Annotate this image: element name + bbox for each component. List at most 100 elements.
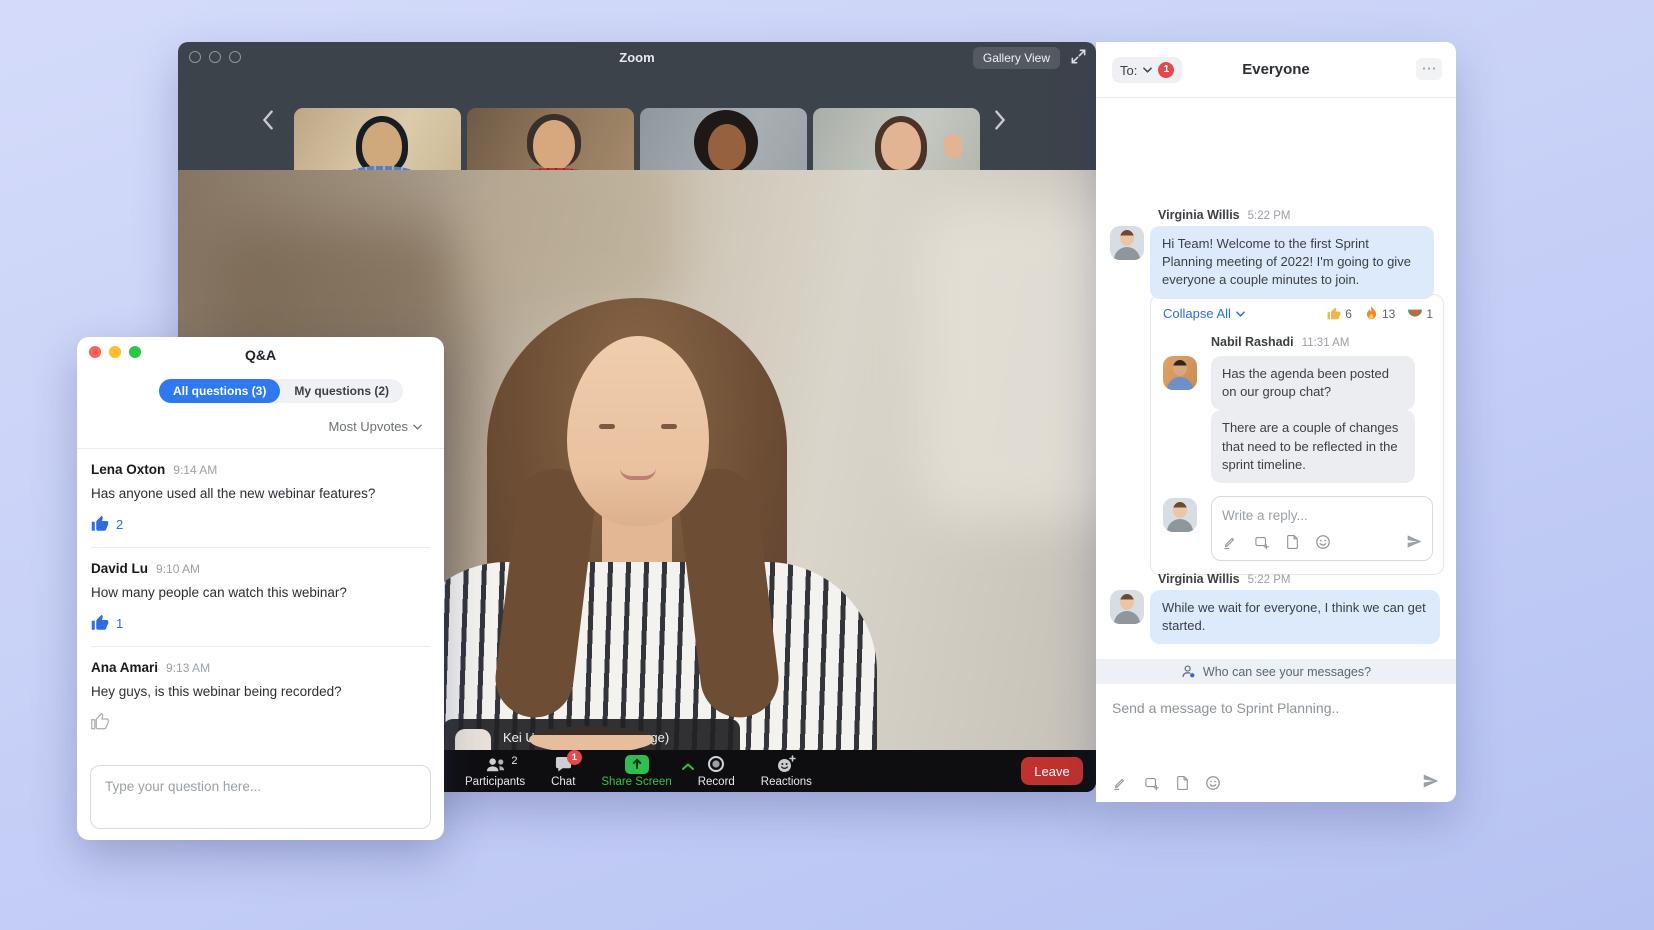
record-button[interactable]: Record <box>698 755 735 788</box>
question-text: Hey guys, is this webinar being recorded… <box>91 684 430 699</box>
sort-dropdown[interactable]: Most Upvotes <box>329 419 422 434</box>
send-reply-icon[interactable] <box>1406 534 1423 552</box>
reply-input[interactable] <box>1222 508 1372 523</box>
fullscreen-icon[interactable] <box>1068 48 1088 66</box>
emoji-icon[interactable] <box>1205 775 1221 793</box>
chat-unread-badge: 1 <box>567 750 582 765</box>
file-icon[interactable] <box>1175 775 1190 793</box>
upvote-button[interactable]: 2 <box>91 515 123 533</box>
chat-message-input[interactable] <box>1112 700 1432 716</box>
question-input-box <box>90 765 431 829</box>
leave-button[interactable]: Leave <box>1021 757 1083 785</box>
thumbs-up-reaction[interactable]: 6 <box>1327 307 1352 321</box>
share-screen-button[interactable]: Share Screen <box>601 755 671 788</box>
chat-compose-toolbar <box>1112 775 1221 793</box>
maximize-button[interactable] <box>129 346 141 358</box>
message-thread: Collapse All 6 13 1 <box>1150 294 1444 575</box>
fire-reaction[interactable]: 13 <box>1365 306 1395 321</box>
chat-header: To: 1 Everyone ⋯ <box>1096 42 1456 98</box>
participants-count: 2 <box>511 755 517 767</box>
message-author-row: Virginia Willis5:22 PM <box>1158 572 1290 586</box>
question-text: Has anyone used all the new webinar feat… <box>91 486 430 501</box>
chevron-down-icon <box>1236 311 1245 317</box>
qa-title: Q&A <box>245 347 276 363</box>
participants-icon: 2 <box>484 755 507 774</box>
question-text: How many people can watch this webinar? <box>91 585 430 600</box>
upvote-count: 2 <box>116 517 123 532</box>
share-options-icon[interactable] <box>682 761 694 773</box>
avatar <box>1110 590 1144 624</box>
avatar <box>1163 356 1197 390</box>
question-item: David Lu 9:10 AM How many people can wat… <box>91 548 430 647</box>
chevron-down-icon <box>413 424 422 430</box>
window-controls <box>189 51 241 63</box>
video-thumbnail-strip <box>178 72 1096 170</box>
record-icon <box>707 755 725 774</box>
thumbs-up-icon <box>1327 307 1341 321</box>
next-participants-icon[interactable] <box>992 110 1008 132</box>
direct-message-notification[interactable]: Kei Umeko (Direct Message) I have a quic… <box>443 719 740 750</box>
to-recipient-selector[interactable]: To: 1 <box>1112 57 1182 83</box>
chat-icon: 1 <box>554 755 573 774</box>
more-options-icon[interactable]: ⋯ <box>1416 58 1442 80</box>
format-text-icon[interactable] <box>1222 534 1238 552</box>
tab-all-questions[interactable]: All questions (3) <box>159 379 280 403</box>
zoom-titlebar: Zoom Gallery View <box>178 42 1096 72</box>
screenshot-icon[interactable] <box>1253 534 1270 552</box>
question-author: Lena Oxton <box>91 462 165 477</box>
minimize-button[interactable] <box>109 346 121 358</box>
privacy-note[interactable]: Who can see your messages? <box>1096 659 1456 684</box>
format-text-icon[interactable] <box>1112 775 1128 793</box>
gallery-view-button[interactable]: Gallery View <box>973 47 1060 69</box>
qa-tabs: All questions (3) My questions (2) <box>159 379 403 403</box>
reactions-button[interactable]: Reactions <box>761 755 812 788</box>
window-title: Zoom <box>178 50 1096 65</box>
thread-author-row: Nabil Rashadi11:31 AM <box>1211 335 1433 349</box>
thumbs-up-icon <box>91 614 109 632</box>
chevron-down-icon <box>1143 67 1152 73</box>
maximize-button[interactable] <box>229 51 241 63</box>
question-item: Ana Amari 9:13 AM Hey guys, is this webi… <box>91 647 430 745</box>
window-controls <box>89 346 141 358</box>
upvote-count: 1 <box>116 616 123 631</box>
reactions-icon <box>776 755 796 774</box>
upvote-button[interactable] <box>91 713 116 731</box>
thread-message-bubble: There are a couple of changes that need … <box>1211 410 1415 483</box>
fire-icon <box>1365 306 1378 321</box>
previous-participants-icon[interactable] <box>260 110 276 132</box>
avatar <box>455 729 491 750</box>
avatar <box>1110 226 1144 260</box>
question-author: Ana Amari <box>91 660 158 675</box>
minimize-button[interactable] <box>209 51 221 63</box>
collapse-all-button[interactable]: Collapse All <box>1163 306 1245 321</box>
watermelon-reaction[interactable]: 1 <box>1408 307 1433 321</box>
tab-my-questions[interactable]: My questions (2) <box>280 379 403 403</box>
reactions-row: 6 13 1 <box>1327 306 1433 321</box>
avatar <box>1163 498 1197 532</box>
chat-title: Everyone <box>1242 61 1310 78</box>
close-button[interactable] <box>89 346 101 358</box>
dm-count-badge: 1 <box>1158 62 1174 78</box>
qa-titlebar: Q&A <box>77 337 444 367</box>
file-icon[interactable] <box>1285 534 1300 552</box>
send-message-icon[interactable] <box>1422 773 1440 792</box>
qa-window: Q&A All questions (3) My questions (2) M… <box>77 337 444 840</box>
emoji-icon[interactable] <box>1315 534 1331 552</box>
question-item: Lena Oxton 9:14 AM Has anyone used all t… <box>91 449 430 548</box>
close-button[interactable] <box>189 51 201 63</box>
person-visibility-icon <box>1181 664 1196 679</box>
chat-message-bubble: Hi Team! Welcome to the first Sprint Pla… <box>1150 226 1434 299</box>
chat-message-bubble: While we wait for everyone, I think we c… <box>1150 590 1440 644</box>
upvote-button[interactable]: 1 <box>91 614 123 632</box>
message-author-row: Virginia Willis5:22 PM <box>1158 208 1290 222</box>
participants-button[interactable]: 2 Participants <box>465 755 525 788</box>
question-author: David Lu <box>91 561 148 576</box>
chat-panel: To: 1 Everyone ⋯ Virginia Willis5:22 PM … <box>1096 42 1456 802</box>
question-time: 9:13 AM <box>166 661 210 675</box>
thumbs-up-icon <box>91 713 109 731</box>
question-input[interactable] <box>91 766 430 807</box>
share-screen-icon <box>625 755 649 774</box>
desktop: Zoom Gallery View <box>0 0 1654 930</box>
chat-button[interactable]: 1 Chat <box>551 755 575 788</box>
screenshot-icon[interactable] <box>1143 775 1160 793</box>
